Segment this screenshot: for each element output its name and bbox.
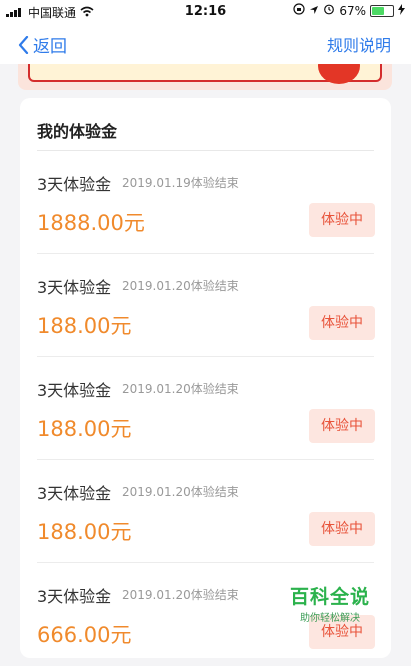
item-end-date: 2019.01.20体验结束 xyxy=(122,588,239,602)
item-name: 3天体验金 xyxy=(37,175,112,194)
chevron-left-icon xyxy=(18,35,29,54)
promo-banner xyxy=(18,64,392,90)
list-item[interactable]: 3天体验金 2019.01.20体验结束 188.00元 体验中 xyxy=(20,357,391,460)
item-end-date: 2019.01.19体验结束 xyxy=(122,176,239,190)
status-badge: 体验中 xyxy=(309,512,375,546)
rotation-lock-icon xyxy=(293,3,305,18)
status-badge: 体验中 xyxy=(309,409,375,443)
location-icon xyxy=(309,4,319,18)
item-end-date: 2019.01.20体验结束 xyxy=(122,485,239,499)
item-end-date: 2019.01.20体验结束 xyxy=(122,382,239,396)
back-button[interactable]: 返回 xyxy=(18,32,67,57)
item-amount: 666.00元 xyxy=(37,623,132,647)
item-amount: 1888.00元 xyxy=(37,211,145,235)
item-end-date: 2019.01.20体验结束 xyxy=(122,279,239,293)
experience-fund-card: 我的体验金 3天体验金 2019.01.19体验结束 1888.00元 体验中 3天体验… xyxy=(20,98,391,658)
rules-button[interactable]: 规则说明 xyxy=(327,32,391,56)
list-item[interactable]: 3天体验金 2019.01.20体验结束 188.00元 体验中 xyxy=(20,254,391,357)
battery-icon xyxy=(370,4,394,17)
watermark: 百科全说 助你轻松解决 xyxy=(290,582,370,624)
card-title: 我的体验金 xyxy=(37,122,118,141)
list-item[interactable]: 3天体验金 2019.01.20体验结束 188.00元 体验中 xyxy=(20,460,391,563)
watermark-subtitle: 助你轻松解决 xyxy=(300,613,360,624)
item-name: 3天体验金 xyxy=(37,278,112,297)
status-badge: 体验中 xyxy=(309,306,375,340)
list-item[interactable]: 3天体验金 2019.01.19体验结束 1888.00元 体验中 xyxy=(20,151,391,254)
back-label: 返回 xyxy=(33,37,67,57)
item-name: 3天体验金 xyxy=(37,381,112,400)
nav-bar: 返回 规则说明 xyxy=(0,22,411,64)
item-amount: 188.00元 xyxy=(37,417,132,441)
status-bar: 中国联通 12:16 67% xyxy=(0,0,411,22)
charging-icon xyxy=(398,3,405,18)
battery-percent: 67% xyxy=(339,3,366,18)
item-amount: 188.00元 xyxy=(37,520,132,544)
status-badge: 体验中 xyxy=(309,203,375,237)
item-name: 3天体验金 xyxy=(37,484,112,503)
item-name: 3天体验金 xyxy=(37,587,112,606)
item-amount: 188.00元 xyxy=(37,314,132,338)
watermark-title: 百科全说 xyxy=(290,586,371,608)
alarm-icon xyxy=(323,3,335,18)
